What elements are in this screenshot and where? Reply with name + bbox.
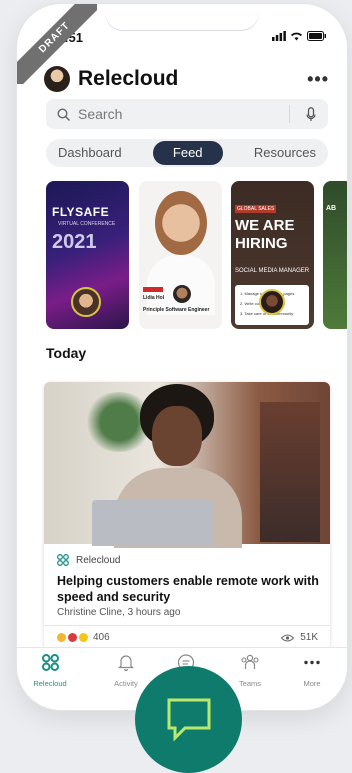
- story-card[interactable]: FLYSAFE VIRTUAL CONFERENCE 2021: [46, 181, 129, 329]
- search-placeholder: Search: [78, 106, 123, 122]
- story-year: 2021: [52, 231, 97, 253]
- tabbar-more[interactable]: More: [281, 654, 343, 688]
- story-tag: [143, 287, 163, 292]
- signal-icon: [272, 31, 286, 41]
- phone-notch: [105, 4, 259, 30]
- story-role: SOCIAL MEDIA MANAGER: [235, 268, 310, 274]
- card-divider: [44, 625, 330, 626]
- phone-frame: 8:51 DRAFT Relecloud ••• Search Dashboar…: [17, 4, 347, 710]
- battery-icon: [307, 31, 326, 41]
- chat-bubble-icon: [167, 698, 210, 742]
- post-org: Relecloud: [57, 554, 120, 566]
- tab-resources[interactable]: Resources: [242, 141, 328, 165]
- teams-icon: [241, 654, 259, 669]
- heart-reaction-icon: [68, 633, 77, 642]
- story-tag: GLOBAL SALES: [235, 205, 277, 213]
- search-divider: [289, 105, 290, 123]
- post-views: 51K: [281, 632, 318, 643]
- section-title: Today: [46, 345, 87, 361]
- microphone-icon[interactable]: [306, 106, 316, 122]
- profile-avatar[interactable]: [44, 66, 70, 92]
- tab-dashboard[interactable]: Dashboard: [46, 141, 134, 165]
- story-title: FLYSAFE: [52, 205, 110, 219]
- tabbar-label: More: [303, 679, 321, 688]
- tabbar-label: Relecloud: [33, 679, 67, 688]
- story-card[interactable]: GLOBAL SALES WE ARE HIRING SOCIAL MEDIA …: [231, 181, 314, 329]
- story-card[interactable]: Lidia Hol Principle Software Engineer: [139, 181, 222, 329]
- post-meta: Christine Cline, 3 hours ago: [57, 607, 181, 618]
- reaction-count: 406: [93, 632, 110, 643]
- story-portrait: [155, 191, 207, 255]
- search-bar[interactable]: Search: [46, 99, 328, 129]
- story-label: AB: [326, 205, 337, 212]
- like-reaction-icon: [57, 633, 66, 642]
- view-count: 51K: [300, 632, 318, 643]
- story-card[interactable]: AB: [323, 181, 347, 329]
- smile-reaction-icon: [79, 633, 88, 642]
- story-subtitle: VIRTUAL CONFERENCE: [58, 221, 116, 227]
- segment-tabs: Dashboard Feed Resources: [46, 139, 328, 167]
- relecloud-logo-icon: [57, 554, 69, 566]
- story-headline: HIRING: [235, 235, 288, 252]
- photo-shelf: [260, 402, 320, 542]
- more-options-button[interactable]: •••: [307, 69, 329, 90]
- status-icons: [272, 31, 327, 41]
- story-author-avatar: [173, 285, 191, 303]
- photo-laptop: [92, 500, 214, 546]
- post-title[interactable]: Helping customers enable remote work wit…: [57, 573, 319, 605]
- post-image: [44, 382, 330, 548]
- tab-feed[interactable]: Feed: [152, 141, 223, 165]
- tabbar-relecloud[interactable]: Relecloud: [19, 654, 81, 688]
- new-message-fab[interactable]: [135, 666, 242, 773]
- bell-icon: [118, 655, 134, 672]
- story-author-avatar: [71, 287, 101, 317]
- app-title: Relecloud: [78, 67, 179, 90]
- post-reactions[interactable]: 406: [57, 632, 110, 643]
- photo-person-face: [152, 406, 202, 466]
- relecloud-logo-icon: [41, 654, 59, 671]
- stories-carousel: FLYSAFE VIRTUAL CONFERENCE 2021 Lidia Ho…: [46, 181, 347, 329]
- feed-post-card[interactable]: Relecloud Helping customers enable remot…: [44, 382, 330, 650]
- story-headline: WE ARE: [235, 217, 295, 234]
- search-icon: [57, 107, 70, 121]
- wifi-icon: [291, 32, 302, 41]
- story-caption: Principle Software Engineer: [143, 307, 210, 313]
- post-org-name: Relecloud: [76, 554, 121, 566]
- eye-icon: [281, 634, 295, 641]
- app-header: Relecloud •••: [44, 64, 329, 94]
- story-caption: Lidia Hol: [143, 295, 165, 301]
- story-author-avatar: [259, 289, 285, 315]
- more-icon: [304, 660, 320, 665]
